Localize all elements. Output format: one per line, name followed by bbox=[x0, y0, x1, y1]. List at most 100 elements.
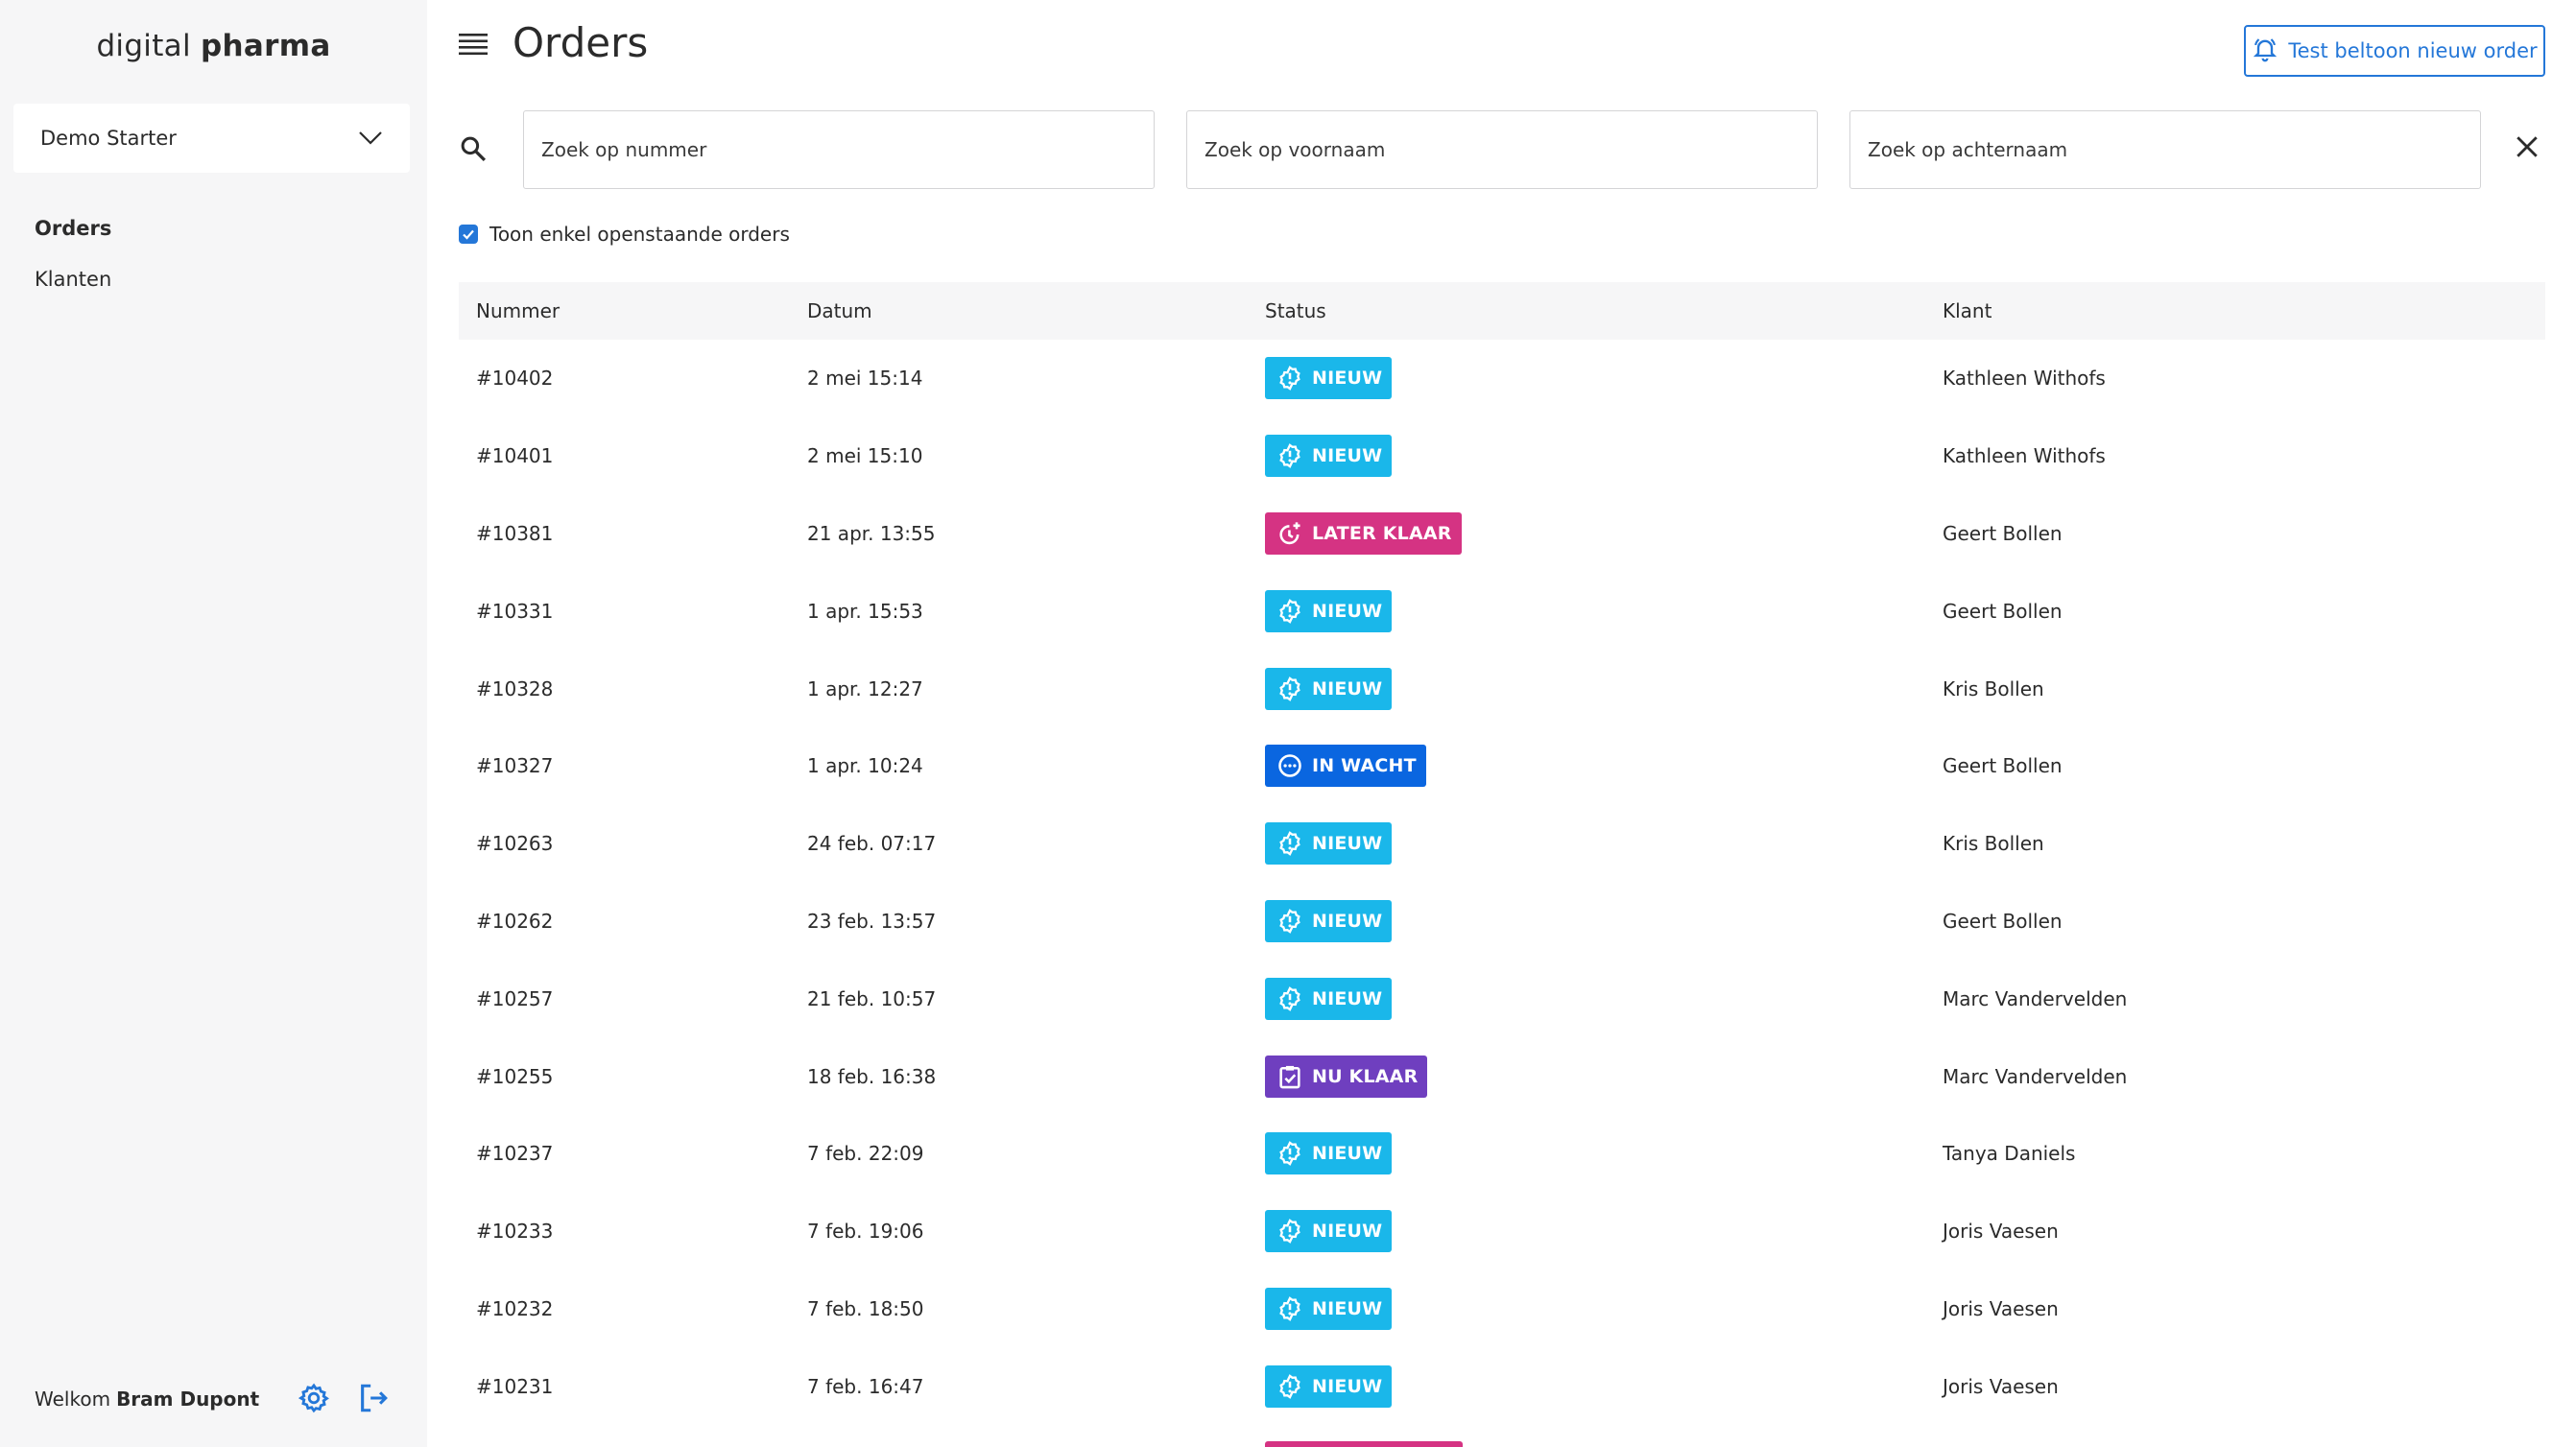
order-customer: Kathleen Withofs bbox=[1943, 367, 2106, 391]
table-row[interactable]: #10263 24 feb. 07:17 NIEUW Kris Bollen bbox=[459, 805, 2545, 883]
order-customer: Joris Vaesen bbox=[1943, 1374, 2059, 1398]
order-date: 2 mei 15:10 bbox=[807, 444, 923, 468]
gear-icon[interactable] bbox=[298, 1382, 332, 1416]
table-row[interactable]: #10237 7 feb. 22:09 NIEUW Tanya Daniels bbox=[459, 1115, 2545, 1193]
open-orders-checkbox[interactable] bbox=[459, 225, 478, 244]
status-badge-label: NIEUW bbox=[1312, 1221, 1383, 1243]
welcome-text: Welkom Bram Dupont bbox=[35, 1388, 259, 1411]
alert-badge-icon bbox=[1276, 830, 1303, 857]
store-select[interactable]: Demo Starter bbox=[13, 104, 410, 173]
menu-icon[interactable] bbox=[459, 33, 489, 59]
status-badge: NIEUW bbox=[1265, 977, 1393, 1020]
order-number: #10231 bbox=[476, 1374, 554, 1398]
sidebar-footer: Welkom Bram Dupont bbox=[35, 1382, 399, 1416]
table-row[interactable]: #10328 1 apr. 12:27 NIEUW Kris Bollen bbox=[459, 650, 2545, 727]
order-date: 1 apr. 12:27 bbox=[807, 676, 923, 700]
sidebar-item-orders[interactable]: Orders bbox=[35, 217, 111, 240]
status-badge-label: NIEUW bbox=[1312, 1143, 1383, 1165]
order-number: #10232 bbox=[476, 1296, 554, 1320]
order-status: NIEUW bbox=[1265, 899, 1393, 942]
open-orders-label: Toon enkel openstaande orders bbox=[489, 223, 790, 246]
status-badge: NIEUW bbox=[1265, 667, 1393, 710]
order-date: 1 apr. 15:53 bbox=[807, 599, 923, 623]
order-status: NIEUW bbox=[1265, 357, 1393, 400]
table-row[interactable]: #10231 7 feb. 16:47 NIEUW Joris Vaesen bbox=[459, 1347, 2545, 1425]
user-name: Bram Dupont bbox=[116, 1388, 260, 1411]
table-row[interactable]: #10402 2 mei 15:14 NIEUW Kathleen Withofs bbox=[459, 340, 2545, 417]
status-badge-label: NIEUW bbox=[1312, 600, 1383, 622]
status-badge: NIEUW bbox=[1265, 435, 1393, 478]
close-icon[interactable] bbox=[2515, 134, 2543, 163]
table-row[interactable]: #10255 18 feb. 16:38 NU KLAAR Marc Vanderve… bbox=[459, 1037, 2545, 1115]
alert-badge-icon bbox=[1276, 442, 1303, 469]
chevron-down-icon bbox=[358, 130, 383, 146]
status-badge: NIEUW bbox=[1265, 899, 1393, 942]
order-customer: Tanya Daniels bbox=[1943, 1142, 2076, 1166]
status-badge: NIEUW bbox=[1265, 1210, 1393, 1253]
order-status: IN WACHT bbox=[1265, 745, 1426, 788]
store-select-value: Demo Starter bbox=[40, 127, 177, 150]
order-number: #10327 bbox=[476, 754, 554, 778]
order-status: NIEUW bbox=[1265, 1364, 1393, 1408]
status-badge: NIEUW bbox=[1265, 822, 1393, 866]
alert-badge-icon bbox=[1276, 1140, 1303, 1167]
table-row[interactable]: #10331 1 apr. 15:53 NIEUW Geert Bollen bbox=[459, 572, 2545, 650]
table-row[interactable]: #10262 23 feb. 13:57 NIEUW Geert Bollen bbox=[459, 883, 2545, 961]
sidebar: digital pharma Demo Starter Orders Klant… bbox=[0, 0, 427, 1447]
order-number: #10331 bbox=[476, 599, 554, 623]
table-row[interactable]: #10232 7 feb. 18:50 NIEUW Joris Vaesen bbox=[459, 1270, 2545, 1348]
table-header: Nummer Datum Status Klant bbox=[459, 282, 2545, 340]
column-header-number: Nummer bbox=[476, 299, 561, 322]
alert-badge-icon bbox=[1276, 598, 1303, 625]
search-icon bbox=[459, 134, 489, 165]
table-row[interactable]: #10257 21 feb. 10:57 NIEUW Marc Vandervelde… bbox=[459, 960, 2545, 1037]
order-number: #10255 bbox=[476, 1064, 554, 1088]
search-firstname-input[interactable] bbox=[1186, 110, 1818, 189]
status-badge-label: IN WACHT bbox=[1312, 755, 1417, 777]
table-row[interactable]: #10327 1 apr. 10:24 IN WACHT Geert Bollen bbox=[459, 727, 2545, 805]
order-date: 21 apr. 13:55 bbox=[807, 521, 936, 545]
order-number: #10328 bbox=[476, 676, 554, 700]
search-lastname-input[interactable] bbox=[1849, 110, 2481, 189]
status-badge-label: NIEUW bbox=[1312, 1297, 1383, 1319]
order-number: #10262 bbox=[476, 909, 554, 933]
table-row[interactable]: #10401 2 mei 15:10 NIEUW Kathleen Withofs bbox=[459, 417, 2545, 495]
clipboard-check-icon bbox=[1276, 1063, 1303, 1090]
order-date: 7 feb. 19:06 bbox=[807, 1220, 924, 1244]
order-customer: Kris Bollen bbox=[1943, 832, 2044, 856]
search-number-input[interactable] bbox=[523, 110, 1155, 189]
order-status: NIEUW bbox=[1265, 1210, 1393, 1253]
order-customer: Joris Vaesen bbox=[1943, 1296, 2059, 1320]
logout-icon[interactable] bbox=[357, 1382, 392, 1416]
orders-table: Nummer Datum Status Klant #10402 2 mei 15… bbox=[459, 282, 2545, 1425]
order-customer: Geert Bollen bbox=[1943, 599, 2063, 623]
status-badge: IN WACHT bbox=[1265, 745, 1426, 788]
order-date: 7 feb. 16:47 bbox=[807, 1374, 924, 1398]
order-date: 23 feb. 13:57 bbox=[807, 909, 937, 933]
order-status: NIEUW bbox=[1265, 977, 1393, 1020]
status-badge-label: NIEUW bbox=[1312, 833, 1383, 855]
order-customer: Kris Bollen bbox=[1943, 676, 2044, 700]
column-header-customer: Klant bbox=[1943, 299, 1992, 322]
table-row[interactable]: #10233 7 feb. 19:06 NIEUW Joris Vaesen bbox=[459, 1193, 2545, 1270]
column-header-date: Datum bbox=[807, 299, 872, 322]
order-customer: Kathleen Withofs bbox=[1943, 444, 2106, 468]
status-badge: NU KLAAR bbox=[1265, 1055, 1428, 1098]
order-date: 7 feb. 18:50 bbox=[807, 1296, 924, 1320]
status-badge-label: NIEUW bbox=[1312, 368, 1383, 390]
order-customer: Marc Vandervelden bbox=[1943, 986, 2128, 1010]
table-row[interactable]: #10381 21 apr. 13:55 LATER KLAAR Geert Boll… bbox=[459, 495, 2545, 573]
order-date: 24 feb. 07:17 bbox=[807, 832, 937, 856]
order-customer: Geert Bollen bbox=[1943, 521, 2063, 545]
brand-logo: digital pharma bbox=[0, 29, 427, 63]
alert-badge-icon bbox=[1276, 1218, 1303, 1245]
welcome-label: Welkom bbox=[35, 1388, 111, 1411]
sidebar-item-klanten[interactable]: Klanten bbox=[35, 268, 111, 291]
table-body: #10402 2 mei 15:14 NIEUW Kathleen Withofs #1… bbox=[459, 340, 2545, 1425]
status-badge-label: NU KLAAR bbox=[1312, 1065, 1419, 1087]
order-status: LATER KLAAR bbox=[1265, 511, 1462, 555]
order-status: NU KLAAR bbox=[1265, 1055, 1428, 1098]
test-ringtone-button[interactable]: Test beltoon nieuw order bbox=[2244, 25, 2545, 77]
order-number: #10401 bbox=[476, 444, 554, 468]
order-status: NIEUW bbox=[1265, 589, 1393, 632]
